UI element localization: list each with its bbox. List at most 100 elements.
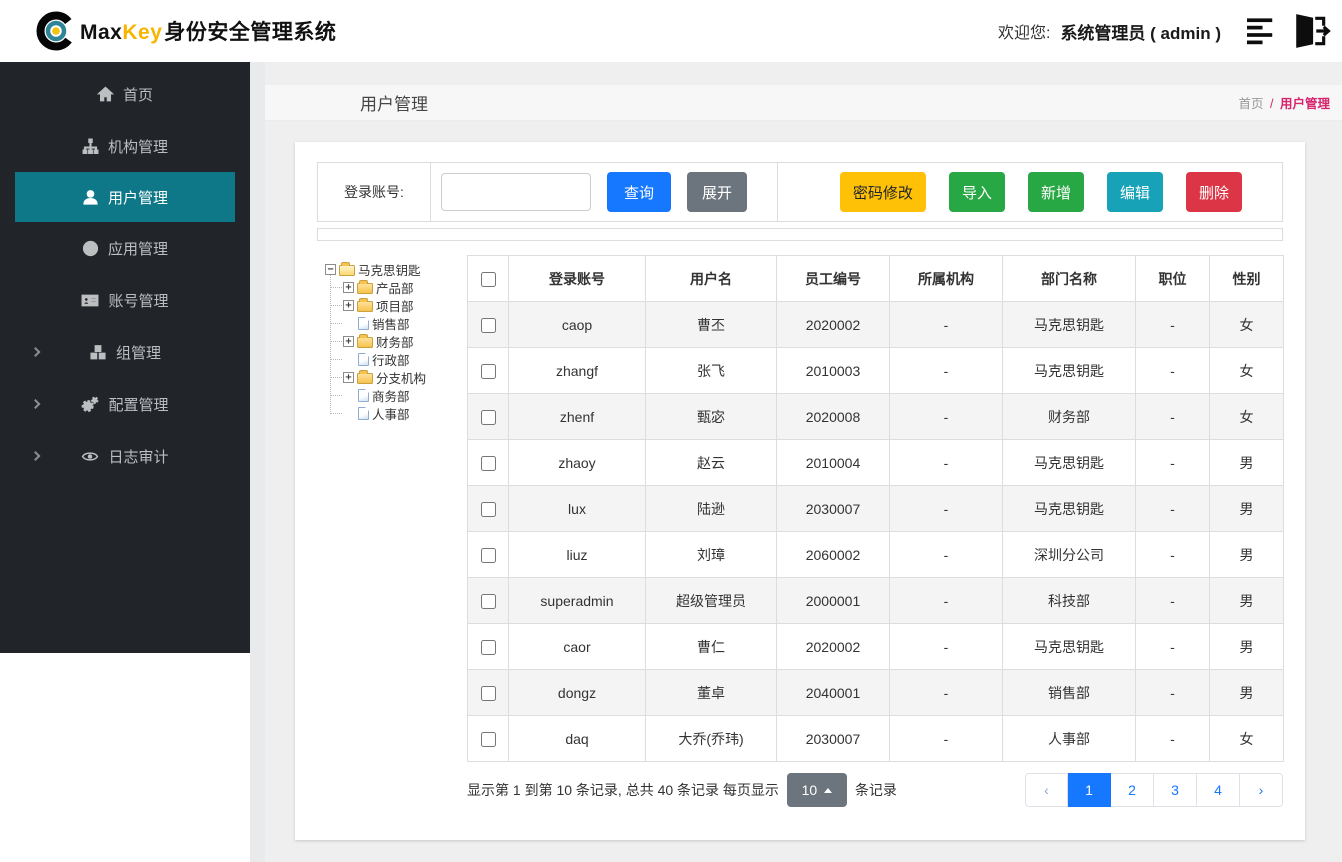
page-button-4[interactable]: 4 <box>1197 773 1240 807</box>
page-button-1[interactable]: 1 <box>1068 773 1111 807</box>
row-checkbox[interactable] <box>480 409 496 425</box>
tree-node-label[interactable]: 产品部 <box>376 278 414 297</box>
sidebar-menu: 首页 机构管理 用户管理 应用管理 账号管理 组管理 配置管理 日志审计 <box>0 62 250 482</box>
prev-page-button[interactable]: ‹ <box>1025 773 1068 807</box>
org-tree: − 马克思钥匙 + 产品部 + 项目部 销售部 + 财务部 行政部 + 分支机构 商务部 人事部 <box>325 260 467 422</box>
table-cell: 男 <box>1209 531 1284 578</box>
row-checkbox[interactable] <box>480 455 496 471</box>
table-cell: - <box>889 623 1003 670</box>
pagination-info-prefix: 显示第 1 到第 10 条记录, 总共 40 条记录 每页显示 <box>467 782 779 798</box>
search-input[interactable] <box>441 173 591 211</box>
user-icon <box>82 189 99 206</box>
table-cell: 2020002 <box>776 301 890 348</box>
sidebar: 首页 机构管理 用户管理 应用管理 账号管理 组管理 配置管理 日志审计 <box>0 62 250 653</box>
collapse-icon[interactable]: − <box>325 263 336 275</box>
sidebar-item-config[interactable]: 配置管理 <box>0 378 250 430</box>
expand-icon[interactable]: + <box>343 335 354 347</box>
breadcrumb-current[interactable]: 用户管理 <box>1280 97 1330 111</box>
tree-node[interactable]: − 马克思钥匙 <box>325 260 467 278</box>
row-checkbox[interactable] <box>480 363 496 379</box>
sidebar-item-group[interactable]: 组管理 <box>0 326 250 378</box>
current-user: 系统管理员 ( admin ) <box>1060 23 1221 43</box>
table-row: caop 曹丕 2020002- 马克思钥匙 - 女 <box>467 301 1284 348</box>
tree-node[interactable]: 行政部 <box>325 350 467 368</box>
tree-node-label[interactable]: 商务部 <box>372 386 410 405</box>
table-cell: 人事部 <box>1002 715 1136 762</box>
select-all-checkbox[interactable] <box>480 271 496 287</box>
table-cell: zhangf <box>508 347 646 394</box>
file-icon <box>358 388 369 402</box>
tree-node-label[interactable]: 分支机构 <box>376 368 426 387</box>
tree-node-label[interactable]: 销售部 <box>372 314 410 333</box>
table-cell: superadmin <box>508 577 646 624</box>
sidebar-item-audit[interactable]: 日志审计 <box>0 430 250 482</box>
edit-button[interactable]: 编辑 <box>1106 172 1163 212</box>
expand-button[interactable]: 展开 <box>687 172 747 212</box>
column-header: 所属机构 <box>889 255 1003 302</box>
tree-node[interactable]: 商务部 <box>325 386 467 404</box>
tree-node-label[interactable]: 马克思钥匙 <box>358 260 421 279</box>
breadcrumb: 首页 / 用户管理 <box>1239 93 1330 112</box>
sidebar-item-org[interactable]: 机构管理 <box>0 120 250 172</box>
chevron-right-icon <box>30 399 41 409</box>
next-page-button[interactable]: › <box>1240 773 1283 807</box>
row-checkbox[interactable] <box>480 593 496 609</box>
brand-title: MaxKey身份安全管理系统 <box>80 21 337 44</box>
column-header: 部门名称 <box>1002 255 1136 302</box>
row-checkbox[interactable] <box>480 501 496 517</box>
sidebar-item-user[interactable]: 用户管理 <box>15 172 235 222</box>
menu-toggle-icon[interactable] <box>1247 17 1280 45</box>
pagination-info: 显示第 1 到第 10 条记录, 总共 40 条记录 每页显示 10 条记录 <box>467 773 897 807</box>
table-cell: 大乔(乔玮) <box>645 715 777 762</box>
sidebar-item-account[interactable]: 账号管理 <box>0 274 250 326</box>
expand-icon[interactable]: + <box>343 371 354 383</box>
table-cell: 女 <box>1209 301 1284 348</box>
tree-node[interactable]: + 项目部 <box>325 296 467 314</box>
table-row: lux 陆逊 2030007- 马克思钥匙 - 男 <box>467 485 1284 532</box>
tree-node-label[interactable]: 财务部 <box>376 332 414 351</box>
sidebar-item-app[interactable]: 应用管理 <box>0 222 250 274</box>
table-cell: 2010003 <box>776 347 890 394</box>
table-cell: 女 <box>1209 347 1284 394</box>
query-button[interactable]: 查询 <box>607 172 671 212</box>
import-button[interactable]: 导入 <box>948 172 1005 212</box>
id-card-icon <box>81 292 99 309</box>
sidebar-item-home[interactable]: 首页 <box>0 68 250 120</box>
page-title: 用户管理 <box>360 95 428 114</box>
row-checkbox[interactable] <box>480 547 496 563</box>
tree-node-label[interactable]: 行政部 <box>372 350 410 369</box>
delete-button[interactable]: 删除 <box>1185 172 1242 212</box>
page-size-select[interactable]: 10 <box>786 773 847 807</box>
tree-node-label[interactable]: 项目部 <box>376 296 414 315</box>
row-checkbox[interactable] <box>480 731 496 747</box>
page-button-3[interactable]: 3 <box>1154 773 1197 807</box>
tree-node[interactable]: 人事部 <box>325 404 467 422</box>
table-cell: 男 <box>1209 577 1284 624</box>
row-checkbox[interactable] <box>480 317 496 333</box>
add-button[interactable]: 新增 <box>1027 172 1084 212</box>
table-cell: 赵云 <box>645 439 777 486</box>
breadcrumb-home[interactable]: 首页 <box>1239 97 1264 111</box>
row-checkbox[interactable] <box>480 639 496 655</box>
tree-node[interactable]: + 产品部 <box>325 278 467 296</box>
logout-icon[interactable] <box>1290 12 1332 50</box>
file-icon <box>358 316 369 330</box>
search-label: 登录账号: <box>344 184 404 200</box>
titlebar: 用户管理 首页 / 用户管理 <box>265 85 1342 121</box>
expand-icon[interactable]: + <box>343 281 354 293</box>
tree-node[interactable]: + 分支机构 <box>325 368 467 386</box>
table-cell: 男 <box>1209 623 1284 670</box>
tree-node[interactable]: 销售部 <box>325 314 467 332</box>
expand-icon[interactable]: + <box>343 299 354 311</box>
table-row: zhaoy 赵云 2010004- 马克思钥匙 - 男 <box>467 439 1284 486</box>
table-cell: 2030007 <box>776 485 890 532</box>
tree-node-label[interactable]: 人事部 <box>372 404 410 423</box>
row-checkbox[interactable] <box>480 685 496 701</box>
tree-node[interactable]: + 财务部 <box>325 332 467 350</box>
table-cell: 甄宓 <box>645 393 777 440</box>
change-password-button[interactable]: 密码修改 <box>839 172 926 212</box>
main-area: 用户管理 首页 / 用户管理 登录账号: 查询 展开 密码修改 导入 新增 编辑 删除 … <box>250 62 1342 862</box>
table-cell: 马克思钥匙 <box>1002 485 1136 532</box>
page-button-2[interactable]: 2 <box>1111 773 1154 807</box>
column-header: 员工编号 <box>776 255 890 302</box>
